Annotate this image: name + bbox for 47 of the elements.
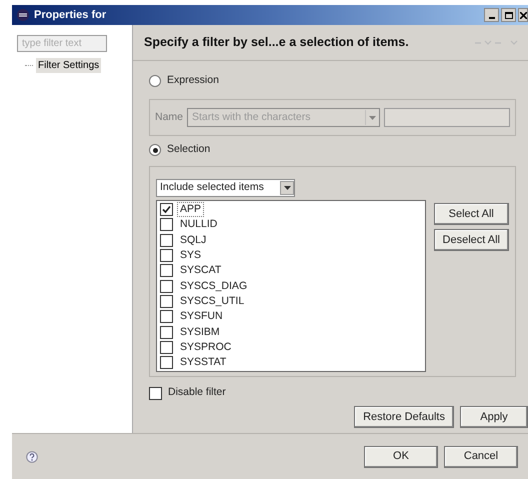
list-item[interactable]: SQLJ [177, 232, 210, 248]
checkbox[interactable] [160, 218, 173, 232]
checkbox[interactable] [160, 310, 173, 324]
list-item[interactable]: SYS [177, 248, 204, 264]
checkbox[interactable] [160, 356, 173, 370]
radio-label[interactable]: Expression [167, 73, 219, 89]
list-action-button[interactable]: Select All [434, 203, 509, 225]
page-title: Specify a filter by sel...e a selection of items. [144, 34, 409, 52]
checkbox[interactable] [160, 234, 173, 247]
mode-dropdown[interactable]: Include selected items [156, 179, 295, 197]
list-item[interactable]: APP [177, 202, 204, 218]
app-icon [16, 8, 30, 22]
dialog-button[interactable]: Cancel [444, 446, 518, 468]
checkbox[interactable] [160, 280, 173, 293]
list-item[interactable]: SYSCAT [177, 263, 224, 278]
checkbox[interactable] [160, 340, 173, 354]
checkbox[interactable] [160, 249, 173, 262]
dialog-button[interactable]: OK [364, 446, 438, 468]
list-action-button[interactable]: Deselect All [434, 229, 509, 251]
checkbox[interactable] [149, 386, 162, 400]
checkbox-label[interactable]: Disable filter [168, 385, 226, 402]
list-item[interactable]: SYSPROC [177, 340, 234, 355]
checkbox[interactable] [160, 294, 173, 308]
filter-field[interactable]: type filter text [17, 35, 107, 52]
radio-button[interactable] [149, 75, 161, 87]
page-button[interactable]: Apply [460, 406, 528, 428]
minimize-icon[interactable] [484, 8, 499, 22]
close-icon[interactable] [518, 8, 528, 22]
caret-icon [369, 116, 376, 120]
list-item[interactable]: SYSCS_DIAG [177, 278, 250, 294]
checkbox[interactable] [160, 326, 173, 339]
page-button[interactable]: Restore Defaults [354, 406, 454, 428]
help-icon[interactable] [26, 450, 38, 462]
radio-button[interactable] [149, 144, 161, 156]
list-item[interactable]: SYSSTAT [177, 355, 230, 370]
radio-label[interactable]: Selection [167, 142, 210, 158]
window-title: Properties for [34, 8, 106, 23]
list-item[interactable]: SYSFUN [177, 309, 226, 324]
checkbox[interactable] [160, 264, 173, 278]
list-item[interactable]: SYSCS_UTIL [177, 294, 248, 309]
caret-icon [284, 186, 290, 190]
maximize-icon[interactable] [501, 8, 516, 22]
checkbox[interactable] [160, 203, 173, 216]
list-item[interactable]: NULLID [177, 217, 220, 232]
list-item[interactable]: SYSIBM [177, 324, 223, 340]
sidebar-item[interactable]: Filter Settings [36, 58, 102, 73]
name-label: Name [155, 110, 184, 125]
